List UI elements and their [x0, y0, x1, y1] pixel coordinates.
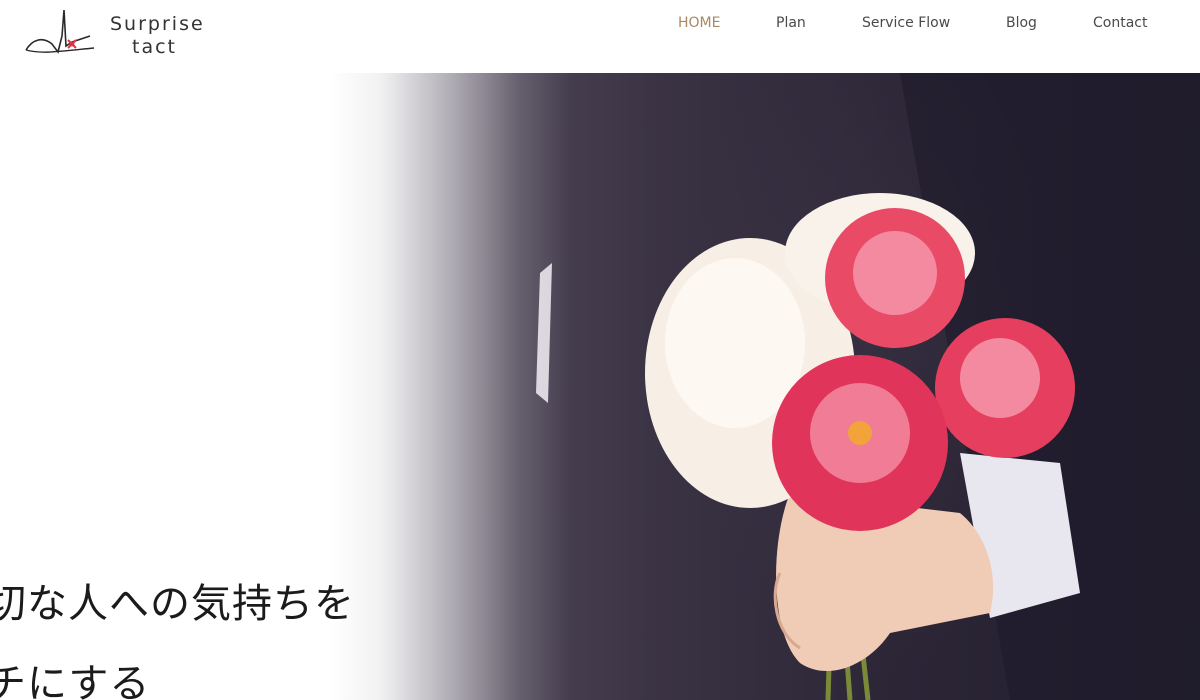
site-header: Surprise tact HOME Plan Service Flow Blo… — [0, 0, 1200, 73]
nav-service-flow[interactable]: Service Flow — [862, 15, 950, 31]
nav-blog[interactable]: Blog — [1006, 15, 1037, 31]
logo-text-line1: Surprise — [110, 13, 205, 35]
logo-mark-icon — [25, 9, 95, 54]
nav-plan[interactable]: Plan — [776, 15, 806, 31]
nav-home[interactable]: HOME — [678, 15, 720, 31]
hero-section: 切な人への気持ちを チにする — [0, 73, 1200, 700]
nav-contact[interactable]: Contact — [1093, 15, 1147, 31]
site-logo[interactable]: Surprise tact — [24, 6, 214, 64]
hero-tagline-line2: チにする — [0, 661, 151, 700]
hero-tagline-line1: 切な人への気持ちを — [0, 581, 355, 627]
logo-text-line2: tact — [132, 36, 177, 58]
